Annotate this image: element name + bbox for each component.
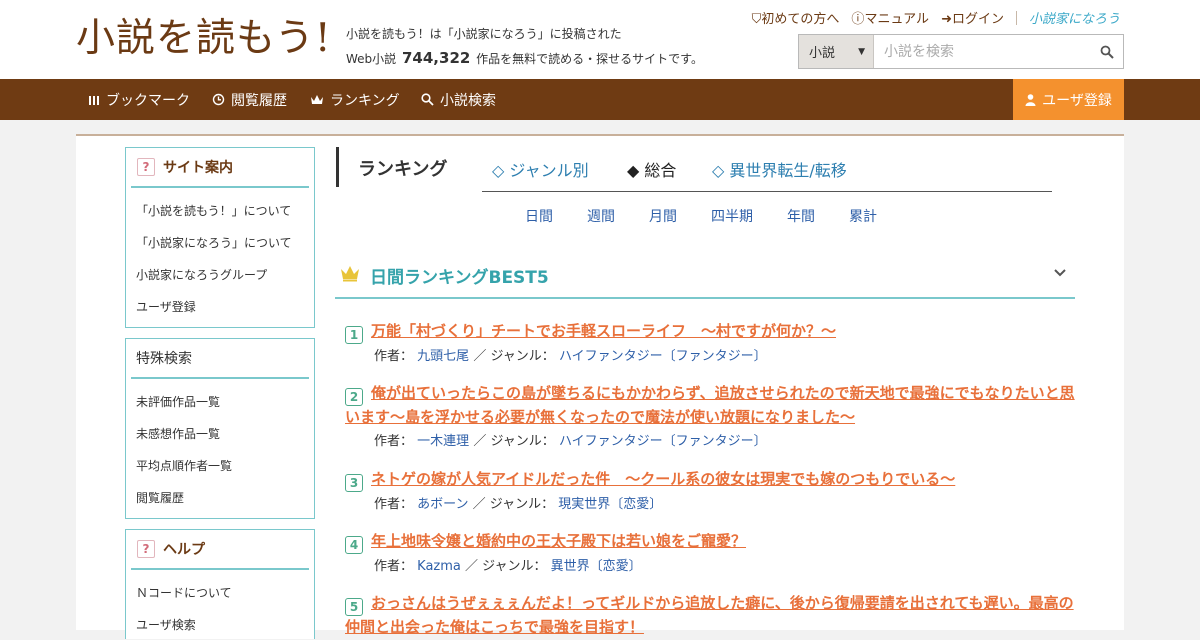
search-icon [1100, 45, 1114, 59]
login-link[interactable]: ➜ログイン [941, 8, 1004, 27]
history-icon [212, 93, 225, 106]
site-logo[interactable]: 小説を読もう! [76, 14, 332, 64]
sidebar-item-history[interactable]: 閲覧履歴 [126, 481, 314, 513]
tabs-divider [482, 191, 1052, 192]
top-links: ⛉初めての方へ ⓘマニュアル ➜ログイン 小説家になろう [752, 8, 1120, 27]
entry-meta: 作者： 一木連理 ／ ジャンル： ハイファンタジー〔ファンタジー〕 [374, 434, 767, 449]
nav-history[interactable]: 閲覧履歴 [212, 79, 287, 120]
search-icon [421, 93, 434, 106]
tab-overall[interactable]: ◆ 総合 [627, 157, 676, 181]
help-heading: ? ヘルプ [131, 530, 309, 570]
rank-number: 2 [345, 388, 363, 406]
site-description: 小説を読もう！は「小説家になろう」に投稿された Web小説 744,322 作品… [346, 22, 703, 71]
desc-line-1: 小説を読もう！は「小説家になろう」に投稿された [346, 27, 622, 41]
novel-count: 744,322 [402, 49, 471, 67]
novel-title-link[interactable]: 俺が出ていったらこの島が墜ちるにもかかわらず、追放させられたので新天地で最強にで… [345, 384, 1075, 426]
sidebar-item-avg-score-authors[interactable]: 平均点順作者一覧 [126, 449, 314, 481]
help-box: ? ヘルプ Ｎコードについて ユーザ検索 [125, 529, 315, 639]
period-total[interactable]: 累計 [849, 206, 877, 226]
sidebar-item-user-search[interactable]: ユーザ検索 [126, 608, 314, 640]
tab-genre[interactable]: ◇ ジャンル別 [492, 157, 589, 181]
entry-meta: 作者： 九頭七尾 ／ ジャンル： ハイファンタジー〔ファンタジー〕 [374, 349, 767, 364]
crown-icon [341, 266, 359, 282]
register-button[interactable]: ユーザ登録 [1013, 79, 1124, 120]
rank-number: 5 [345, 598, 363, 616]
sidebar-item-user-register[interactable]: ユーザ登録 [126, 290, 314, 322]
nav-novel-search[interactable]: 小説検索 [421, 79, 496, 120]
nav-ranking[interactable]: ランキング [310, 79, 400, 120]
question-icon: ? [137, 540, 155, 558]
ranking-entry: 1 万能「村づくり」チートでお手軽スローライフ ～村ですが何か？～ 作者： 九頭七… [345, 320, 1075, 364]
ranking-title-accent [336, 147, 339, 187]
sidebar-item-unrated[interactable]: 未評価作品一覧 [126, 385, 314, 417]
rank-number: 3 [345, 474, 363, 492]
tab-isekai[interactable]: ◇ 異世界転生/転移 [712, 157, 847, 181]
shield-icon: ⛉ [751, 12, 762, 27]
nav-bookmark[interactable]: ブックマーク [88, 79, 190, 120]
help-circle-icon: ⓘ [851, 12, 865, 27]
site-header: 小説を読もう! 小説を読もう！は「小説家になろう」に投稿された Web小説 74… [0, 0, 1200, 79]
period-daily[interactable]: 日間 [525, 206, 553, 226]
genre-link[interactable]: 異世界〔恋愛〕 [551, 559, 642, 574]
author-link[interactable]: Kazma [417, 559, 461, 574]
novel-title-link[interactable]: 年上地味令嬢と婚約中の王太子殿下は若い娘をご寵愛？ [371, 532, 746, 550]
sidebar-item-no-review[interactable]: 未感想作品一覧 [126, 417, 314, 449]
login-icon: ➜ [941, 12, 952, 27]
special-search-heading: 特殊検索 [131, 339, 309, 379]
site-guide-heading: ? サイト案内 [131, 148, 309, 188]
author-link[interactable]: あボーン [417, 497, 468, 512]
site-guide-box: ? サイト案内 「小説を読もう！」について 「小説家になろう」について 小説家に… [125, 147, 315, 328]
ranking-entry: 5 おっさんはうぜぇぇぇんだよ！ってギルドから追放した癖に、後から復帰要請を出され… [345, 592, 1075, 639]
period-quarterly[interactable]: 四半期 [711, 206, 753, 226]
main-nav: ブックマーク 閲覧履歴 ランキング 小説検索 ユーザ登録 [0, 79, 1200, 120]
author-link[interactable]: 九頭七尾 [417, 349, 469, 364]
manual-link[interactable]: ⓘマニュアル [851, 8, 929, 27]
chevron-down-icon [1054, 269, 1066, 277]
ranking-entry: 3 ネトゲの嫁が人気アイドルだった件 ～クール系の彼女は現実でも嫁のつもりでいる～… [345, 468, 1075, 512]
novel-title-link[interactable]: 万能「村づくり」チートでお手軽スローライフ ～村ですが何か？～ [371, 322, 836, 340]
user-icon [1025, 93, 1036, 106]
ranking-title: ランキング [358, 159, 448, 180]
genre-link[interactable]: 現実世界〔恋愛〕 [558, 497, 662, 512]
search-type-select[interactable]: 小説 ▼ [799, 35, 874, 68]
desc-prefix: Web小説 [346, 52, 397, 66]
desc-suffix: 作品を無料で読める・探せるサイトです。 [476, 52, 703, 66]
search-input[interactable] [874, 35, 1091, 68]
best5-title: 日間ランキングBEST5 [370, 268, 549, 288]
best5-header[interactable]: 日間ランキングBEST5 [335, 258, 1075, 299]
sidebar-item-about-narou[interactable]: 「小説家になろう」について [126, 226, 314, 258]
sidebar-item-ncode[interactable]: Ｎコードについて [126, 576, 314, 608]
period-monthly[interactable]: 月間 [649, 206, 677, 226]
rank-number: 4 [345, 536, 363, 554]
novel-title-link[interactable]: ネトゲの嫁が人気アイドルだった件 ～クール系の彼女は現実でも嫁のつもりでいる～ [371, 470, 955, 488]
narou-logo[interactable]: 小説家になろう [1029, 8, 1120, 27]
search-bar: 小説 ▼ [798, 34, 1124, 69]
triangle-down-icon: ▼ [858, 47, 865, 57]
search-button[interactable] [1091, 35, 1123, 68]
divider [1015, 10, 1017, 25]
question-icon: ? [137, 158, 155, 176]
genre-link[interactable]: ハイファンタジー〔ファンタジー〕 [559, 349, 767, 364]
entry-meta: 作者： あボーン ／ ジャンル： 現実世界〔恋愛〕 [374, 497, 663, 512]
ranking-entry: 2 俺が出ていったらこの島が墜ちるにもかかわらず、追放させられたので新天地で最強に… [345, 382, 1075, 449]
sidebar-item-narou-group[interactable]: 小説家になろうグループ [126, 258, 314, 290]
special-search-box: 特殊検索 未評価作品一覧 未感想作品一覧 平均点順作者一覧 閲覧履歴 [125, 338, 315, 519]
genre-link[interactable]: ハイファンタジー〔ファンタジー〕 [559, 434, 767, 449]
beginner-link[interactable]: ⛉初めての方へ [752, 8, 840, 27]
sidebar-item-about-yomou[interactable]: 「小説を読もう！」について [126, 194, 314, 226]
author-link[interactable]: 一木連理 [417, 434, 469, 449]
bookmark-icon [89, 95, 99, 105]
rank-number: 1 [345, 326, 363, 344]
period-weekly[interactable]: 週間 [587, 206, 615, 226]
crown-icon [311, 94, 323, 104]
period-yearly[interactable]: 年間 [787, 206, 815, 226]
entry-meta: 作者： Kazma ／ ジャンル： 異世界〔恋愛〕 [374, 559, 642, 574]
ranking-entry: 4 年上地味令嬢と婚約中の王太子殿下は若い娘をご寵愛？ 作者： Kazma ／ ジ… [345, 530, 1075, 574]
desc-line-2: Web小説 744,322 作品を無料で読める・探せるサイトです。 [346, 46, 703, 71]
